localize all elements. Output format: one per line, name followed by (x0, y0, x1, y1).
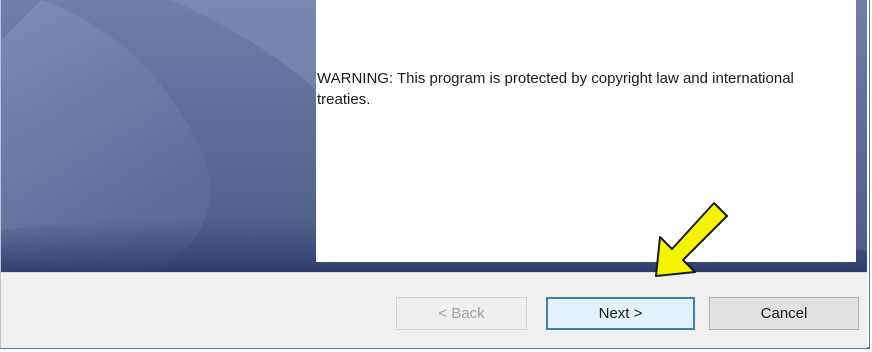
content-panel (316, 0, 856, 262)
copyright-warning-text: WARNING: This program is protected by co… (317, 70, 794, 108)
cancel-button[interactable]: Cancel (709, 297, 859, 330)
back-button[interactable]: < Back (396, 297, 527, 330)
next-button[interactable]: Next > (546, 297, 695, 330)
yellow-arrow-icon (655, 202, 728, 277)
